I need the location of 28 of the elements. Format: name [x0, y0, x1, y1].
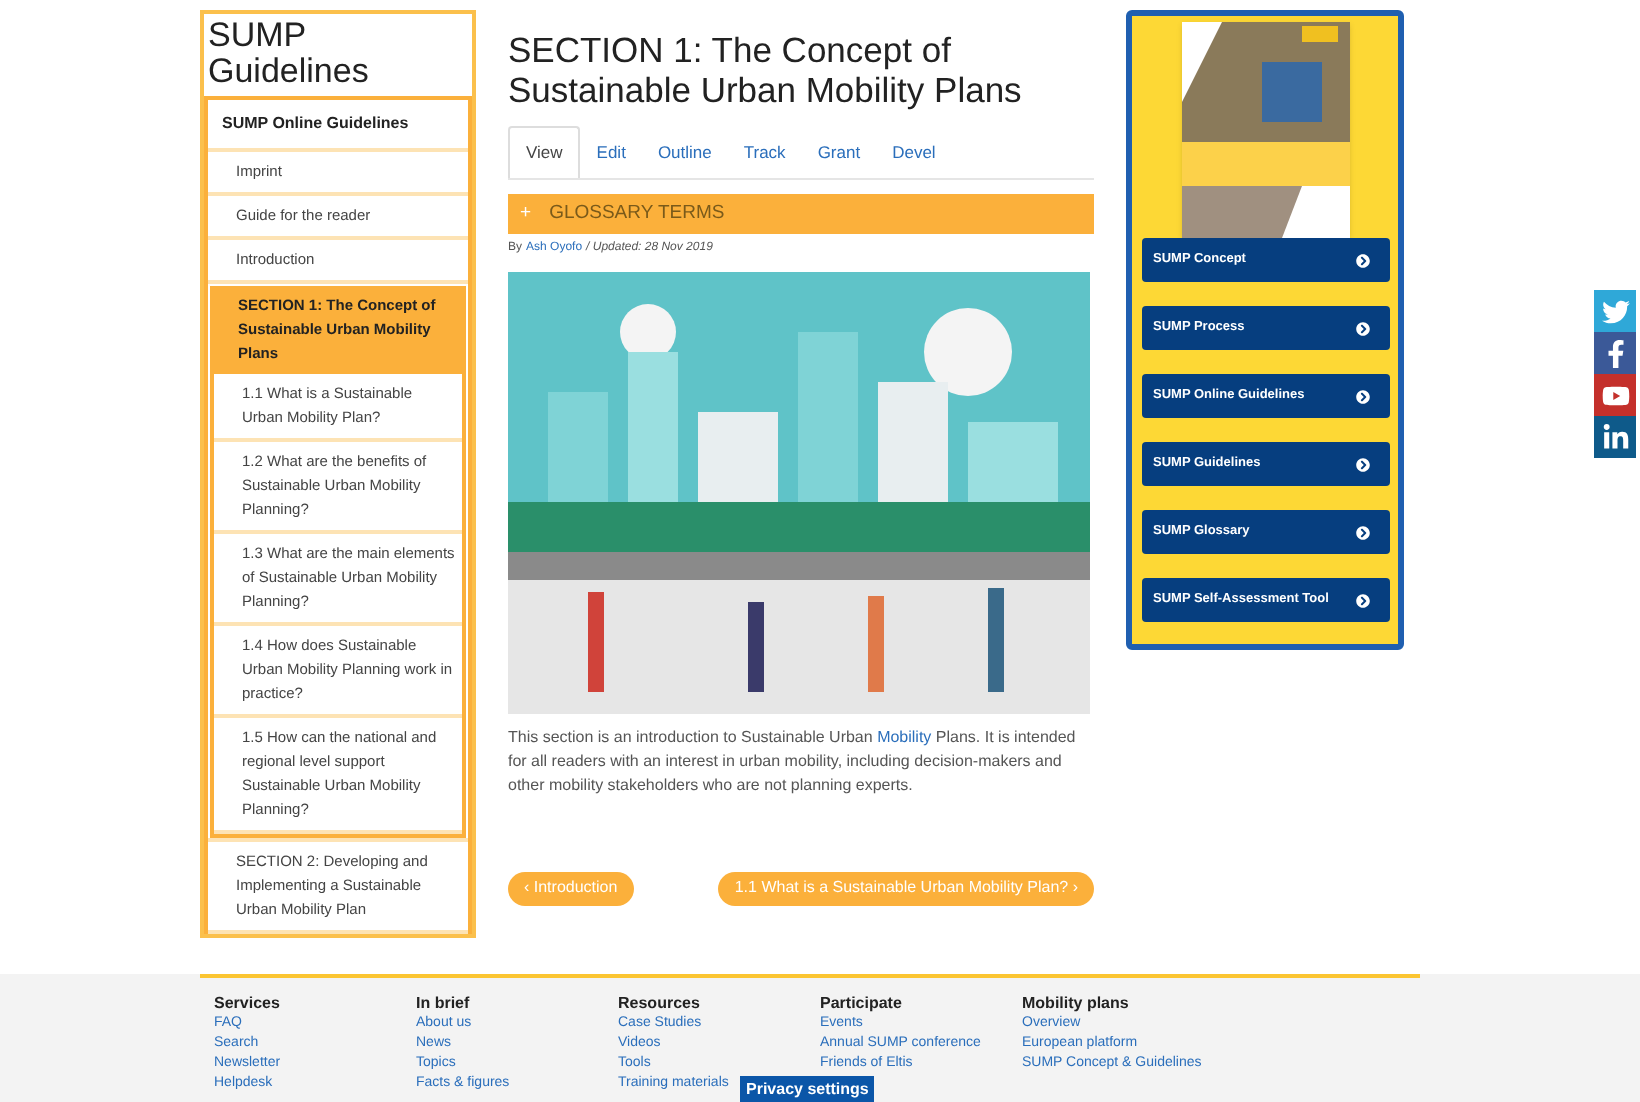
glossary-bar[interactable]: + GLOSSARY TERMS — [508, 193, 1094, 234]
footer-heading: Resources — [618, 992, 702, 1014]
footer-heading: Participate — [820, 992, 904, 1014]
footer-heading: Mobility plans — [1022, 992, 1131, 1014]
chevron-icon — [1355, 321, 1369, 335]
privacy-settings-button[interactable]: Privacy settings — [740, 1076, 875, 1102]
chevron-icon — [1355, 253, 1369, 267]
chevron-icon — [1355, 593, 1369, 607]
sidebar-title: SUMP Guidelines — [206, 14, 371, 94]
glossary-label: GLOSSARY TERMS — [549, 199, 725, 228]
page-title: SECTION 1: The Concept of Sustainable Urban Mobility Plans — [508, 30, 1024, 110]
chevron-icon — [1355, 389, 1369, 403]
glossary-link[interactable]: Mobility — [877, 727, 932, 746]
plus-icon: + — [520, 199, 532, 228]
linkedin-icon[interactable] — [1594, 416, 1636, 458]
chevron-icon — [1355, 525, 1369, 539]
intro-paragraph: This section is an introduction to Sustainable Urban Mobility Plans. It is intended for all readers with an interest in urban mobility, including decision-makers and other mobility stakeholders who are not planning experts. — [508, 725, 1078, 798]
tab[interactable]: View — [508, 126, 581, 178]
tab[interactable]: Devel — [876, 126, 952, 178]
tab[interactable]: Outline — [641, 126, 728, 178]
youtube-icon[interactable] — [1594, 374, 1636, 416]
footer-heading: Services — [214, 992, 282, 1014]
footer-heading: In brief — [416, 992, 472, 1014]
tab[interactable]: Grant — [801, 126, 877, 178]
tab[interactable]: Track — [727, 126, 802, 178]
chevron-icon — [1355, 457, 1369, 471]
tab[interactable]: Edit — [580, 126, 642, 178]
facebook-icon[interactable] — [1594, 332, 1636, 374]
